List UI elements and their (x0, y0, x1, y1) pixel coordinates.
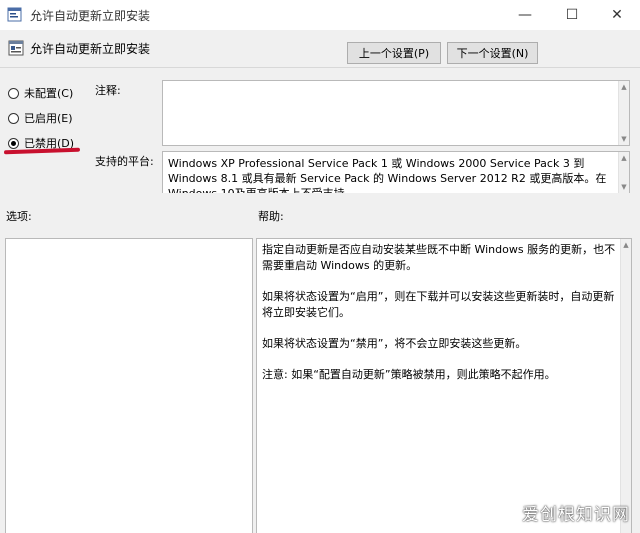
help-scrollbar[interactable]: ▲ (620, 239, 631, 533)
radio-not-configured-label: 未配置(C) (24, 87, 74, 100)
help-pane: ▲ 指定自动更新是否应自动安装某些既不中断 Windows 服务的更新，也不需要… (256, 238, 632, 533)
supported-scrollbar[interactable]: ▲ ▼ (618, 152, 629, 193)
scroll-down-icon[interactable]: ▼ (620, 183, 628, 191)
scroll-down-icon[interactable]: ▼ (620, 135, 628, 143)
maximize-button[interactable]: ☐ (549, 0, 595, 30)
policy-setting-icon (8, 40, 24, 56)
comment-label: 注释: (95, 84, 121, 97)
help-text: 指定自动更新是否应自动安装某些既不中断 Windows 服务的更新，也不需要重启… (262, 242, 617, 398)
radio-circle[interactable] (8, 87, 19, 99)
scroll-up-icon[interactable]: ▲ (620, 83, 628, 91)
help-paragraph: 注意: 如果“配置自动更新”策略被禁用，则此策略不起作用。 (262, 368, 556, 381)
help-paragraph: 指定自动更新是否应自动安装某些既不中断 Windows 服务的更新，也不需要重启… (262, 243, 616, 272)
previous-setting-button[interactable]: 上一个设置(P) (347, 42, 441, 64)
help-paragraph: 如果将状态设置为“启用”，则在下载并可以安装这些更新装时，自动更新将立即安装它们… (262, 290, 615, 319)
header-divider (0, 67, 640, 68)
next-setting-button[interactable]: 下一个设置(N) (447, 42, 538, 64)
radio-not-configured[interactable]: 未配置(C) (8, 85, 73, 101)
radio-enabled-label: 已启用(E) (24, 112, 73, 125)
close-button[interactable]: ✕ (594, 0, 640, 30)
watermark: 爱创根知识网 (522, 505, 630, 525)
window-title: 允许自动更新立即安装 (30, 9, 151, 23)
comment-scrollbar[interactable]: ▲ ▼ (618, 81, 629, 145)
comment-textarea[interactable]: ▲ ▼ (162, 80, 630, 146)
options-pane (5, 238, 253, 533)
radio-circle-selected[interactable] (8, 137, 19, 149)
minimize-button[interactable]: — (502, 0, 548, 30)
help-paragraph: 如果将状态设置为“禁用”，将不会立即安装这些更新。 (262, 337, 527, 350)
setting-title: 允许自动更新立即安装 (30, 42, 151, 56)
supported-platforms-label: 支持的平台: (95, 155, 154, 168)
options-label: 选项: (6, 210, 32, 223)
scroll-up-icon[interactable]: ▲ (620, 154, 628, 162)
scroll-up-icon[interactable]: ▲ (622, 241, 630, 249)
radio-circle[interactable] (8, 112, 19, 124)
supported-platforms-text: Windows XP Professional Service Pack 1 或… (168, 157, 607, 193)
help-label: 帮助: (258, 210, 284, 223)
radio-enabled[interactable]: 已启用(E) (8, 110, 73, 126)
policy-app-icon (7, 7, 22, 22)
